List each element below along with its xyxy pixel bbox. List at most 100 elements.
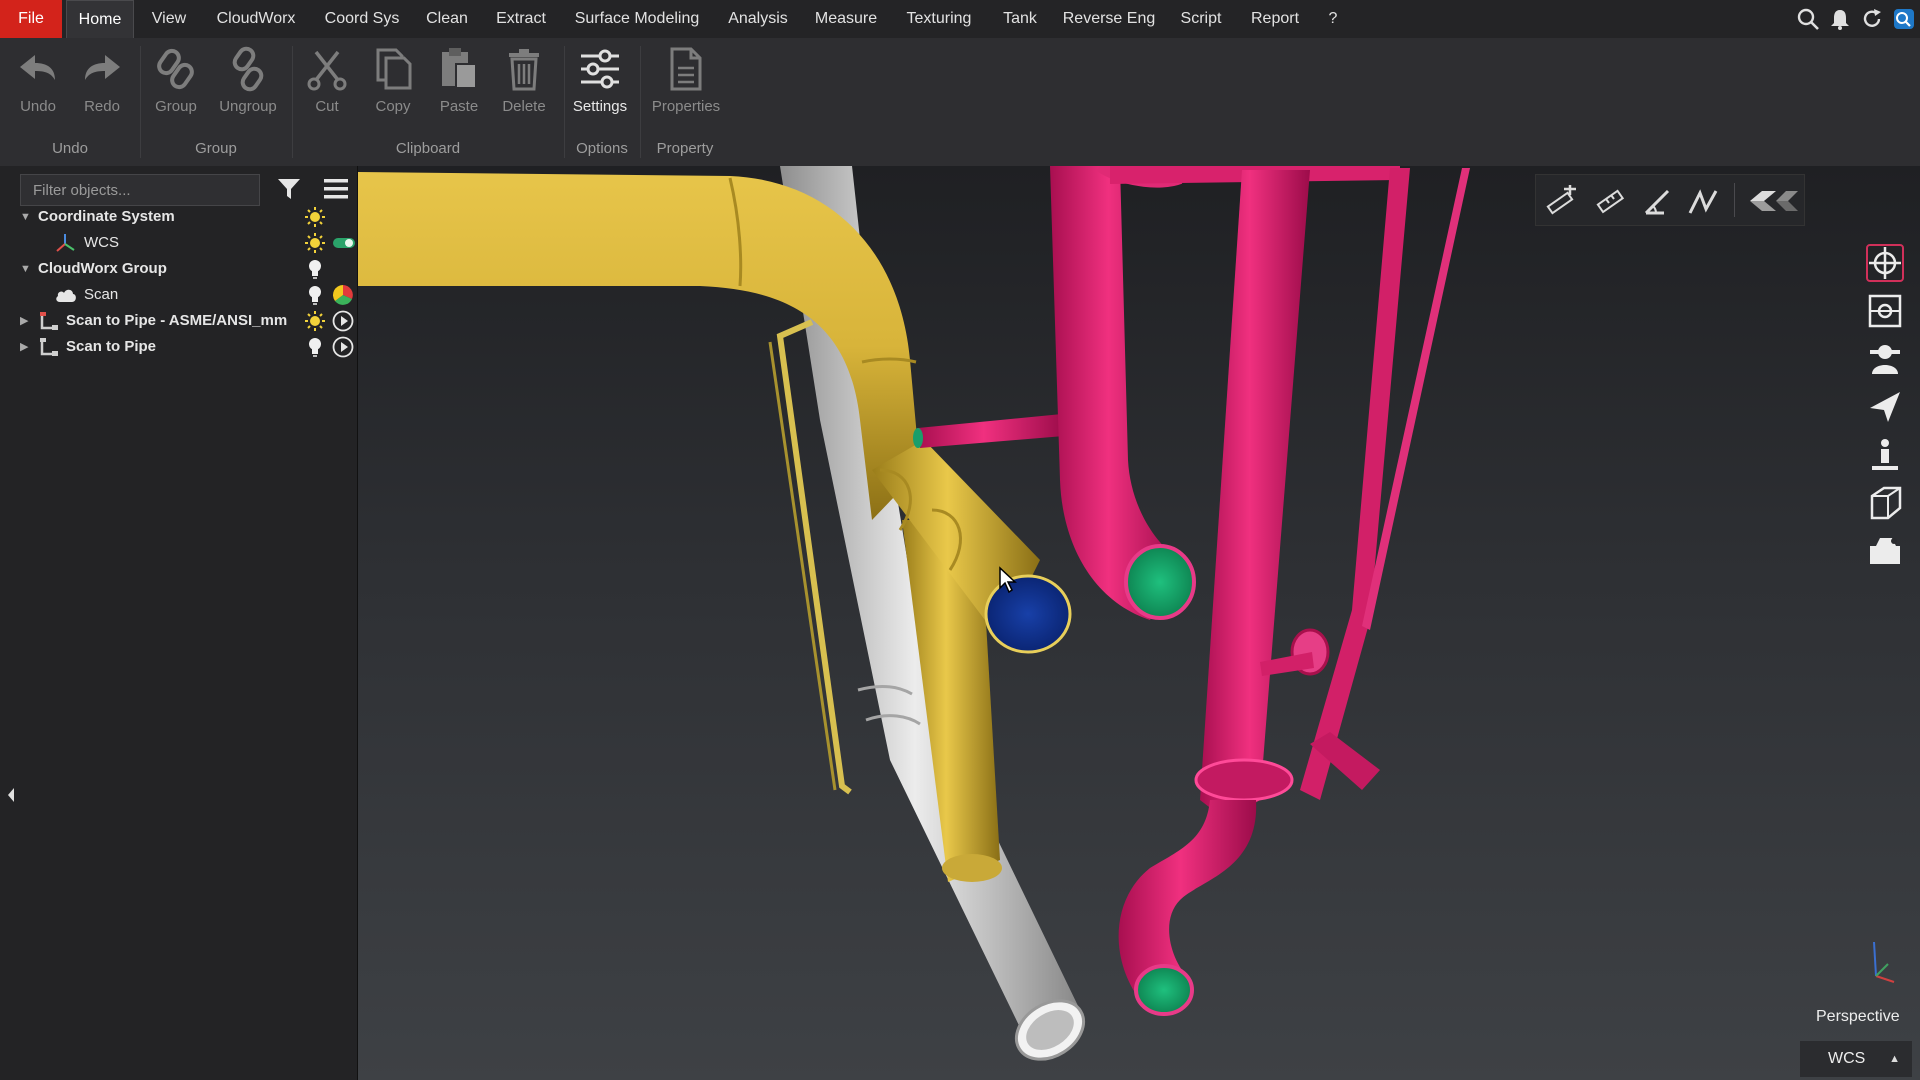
undo-icon xyxy=(20,55,55,80)
paste-label: Paste xyxy=(439,98,479,115)
menu-tab-script[interactable]: Script xyxy=(1170,0,1232,38)
ruler-icon[interactable] xyxy=(1592,185,1626,217)
color-wheel-icon[interactable] xyxy=(332,284,354,306)
add-distance-icon[interactable] xyxy=(1544,185,1578,217)
filter-icon[interactable] xyxy=(276,176,302,202)
toggle-icon[interactable] xyxy=(332,232,356,254)
copy-icon xyxy=(376,48,412,90)
ungroup-button[interactable]: Ungroup xyxy=(210,42,286,124)
delete-label: Delete xyxy=(502,98,546,115)
chevron-down-icon[interactable]: ▼ xyxy=(20,256,34,282)
properties-label: Properties xyxy=(651,98,721,115)
tree-item-scan-to-pipe[interactable]: Scan to Pipe xyxy=(66,334,156,360)
box-view-icon[interactable] xyxy=(1866,484,1904,522)
bulb-icon[interactable] xyxy=(304,336,326,358)
play-icon[interactable] xyxy=(332,310,354,332)
menu-tab-surface-modeling[interactable]: Surface Modeling xyxy=(564,0,710,38)
undo-button[interactable]: Undo xyxy=(8,42,68,124)
bulb-icon[interactable] xyxy=(304,284,326,306)
pipe-model[interactable] xyxy=(358,166,1920,1080)
cut-label: Cut xyxy=(315,98,339,115)
ungroup-label: Ungroup xyxy=(219,98,277,115)
collapse-panel-icon[interactable] xyxy=(6,786,16,804)
menu-tab-analysis[interactable]: Analysis xyxy=(718,0,798,38)
sun-icon[interactable] xyxy=(304,206,326,228)
coordinate-system-value: WCS xyxy=(1828,1050,1866,1067)
menu-icon[interactable] xyxy=(322,176,350,202)
menu-tab-view[interactable]: View xyxy=(140,0,198,38)
bulb-icon[interactable] xyxy=(304,258,326,280)
menu-tab-clean[interactable]: Clean xyxy=(416,0,478,38)
menu-tab-coord-sys[interactable]: Coord Sys xyxy=(316,0,408,38)
unlink-icon xyxy=(232,46,264,92)
profile-measure-icon[interactable] xyxy=(1686,185,1720,217)
play-icon[interactable] xyxy=(332,336,354,358)
fit-view-icon[interactable] xyxy=(1866,292,1904,330)
tree-item-wcs[interactable]: WCS xyxy=(84,230,119,256)
camera-icon[interactable] xyxy=(1866,532,1904,570)
pipe-tree-icon xyxy=(40,338,58,356)
link-icon xyxy=(157,48,194,90)
menu-tab-reverse-eng[interactable]: Reverse Eng xyxy=(1056,0,1162,38)
chevron-down-icon[interactable]: ▼ xyxy=(20,204,34,230)
menu-bar: File Home View CloudWorx Coord Sys Clean… xyxy=(0,0,1920,39)
ribbon-group-undo: Undo xyxy=(52,140,88,157)
walk-icon[interactable] xyxy=(1866,340,1904,378)
bell-icon[interactable] xyxy=(1828,7,1852,31)
menu-tab-home[interactable]: Home xyxy=(66,0,134,38)
3d-viewport[interactable] xyxy=(358,166,1920,1080)
app-icon[interactable] xyxy=(1892,7,1916,31)
object-tree-panel: ▼ Coordinate System WCS ▼ CloudWorx Grou… xyxy=(0,166,358,1080)
menu-tab-cloudworx[interactable]: CloudWorx xyxy=(206,0,306,38)
tree-item-scan[interactable]: Scan xyxy=(84,282,118,308)
tree-item-scan-to-pipe-asme[interactable]: Scan to Pipe - ASME/ANSI_mm xyxy=(66,308,287,334)
chevron-up-icon: ▲ xyxy=(1889,1053,1900,1065)
menu-file[interactable]: File xyxy=(0,0,62,38)
menu-tab-texturing[interactable]: Texturing xyxy=(894,0,984,38)
trash-icon xyxy=(509,49,539,91)
paste-button[interactable]: Paste xyxy=(430,42,488,124)
menu-tab-measure[interactable]: Measure xyxy=(806,0,886,38)
settings-label: Settings xyxy=(572,98,628,115)
copy-button[interactable]: Copy xyxy=(364,42,422,124)
redo-button[interactable]: Redo xyxy=(72,42,132,124)
properties-button[interactable]: Properties xyxy=(646,42,726,124)
sun-icon[interactable] xyxy=(304,232,326,254)
search-icon[interactable] xyxy=(1796,7,1820,31)
settings-button[interactable]: Settings xyxy=(568,42,632,124)
ribbon-toolbar: Undo Redo Group Ungroup Cut Copy Paste D… xyxy=(0,38,1920,167)
projection-label: Perspective xyxy=(1816,1008,1900,1025)
group-button[interactable]: Group xyxy=(146,42,206,124)
sliders-icon xyxy=(581,49,619,89)
fly-icon[interactable] xyxy=(1866,388,1904,426)
refresh-icon[interactable] xyxy=(1860,7,1884,31)
pipe-tree-icon xyxy=(40,312,58,330)
tree-item-cloudworx-group[interactable]: CloudWorx Group xyxy=(38,256,167,282)
document-icon xyxy=(670,47,702,91)
group-label: Group xyxy=(155,98,197,115)
measure-toolbar xyxy=(1535,174,1805,226)
angle-icon[interactable] xyxy=(1640,185,1674,217)
delete-button[interactable]: Delete xyxy=(494,42,554,124)
menu-tab-tank[interactable]: Tank xyxy=(992,0,1048,38)
filter-input[interactable] xyxy=(20,174,260,206)
orbit-icon[interactable] xyxy=(1866,244,1904,282)
tree-item-coordinate-system[interactable]: Coordinate System xyxy=(38,204,175,230)
cloud-icon xyxy=(56,289,76,302)
mouse-cursor-icon xyxy=(999,566,1017,594)
paste-icon xyxy=(442,48,477,89)
axis-triad-icon xyxy=(1873,941,1895,983)
scissors-icon xyxy=(307,50,347,91)
chevron-right-icon[interactable]: ▶ xyxy=(20,334,34,360)
cut-button[interactable]: Cut xyxy=(298,42,356,124)
coordinate-system-dropdown[interactable]: WCS ▲ xyxy=(1800,1041,1912,1077)
person-icon[interactable] xyxy=(1866,436,1904,474)
redo-icon xyxy=(85,55,120,80)
menu-tab-extract[interactable]: Extract xyxy=(486,0,556,38)
chevron-right-icon[interactable]: ▶ xyxy=(20,308,34,334)
menu-tab-report[interactable]: Report xyxy=(1240,0,1310,38)
axis-icon xyxy=(56,234,75,252)
menu-tab-help[interactable]: ? xyxy=(1318,0,1348,38)
clip-plane-icon[interactable] xyxy=(1772,185,1802,217)
sun-icon[interactable] xyxy=(304,310,326,332)
